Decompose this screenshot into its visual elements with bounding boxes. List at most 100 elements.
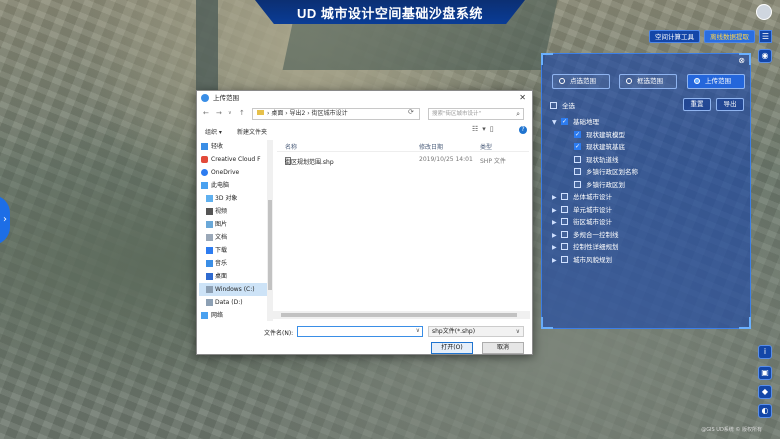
col-date[interactable]: 修改日期 [419,142,443,151]
tree-leaf[interactable]: 乡镇行政区划 [552,179,742,192]
pc-icon [201,182,208,189]
download-icon [206,247,213,254]
address-bar[interactable]: › 桌面 › 导出2 › 街区城市设计 [252,108,420,120]
tree-leaf[interactable]: 现状建筑模型 [552,129,742,141]
help-icon[interactable]: ? [519,126,527,134]
radio-box-select[interactable]: 框选范围 [619,74,677,89]
tree-node[interactable]: ▶ 控制性详细规划 [552,241,742,254]
chevron-right-icon[interactable]: ▶ [552,217,561,230]
nav-scrollbar[interactable] [267,140,273,321]
layer-tree: ▼基础地理 现状建筑模型 现状建筑基底 现状轨道线 乡镇行政区划名称 乡镇行政区… [552,116,742,266]
chevron-down-icon[interactable]: ▼ [552,117,561,130]
copyright-text: @GIS UD系统 © 版权所有 [701,427,762,433]
dialog-toolbar: 组织 ▾ 新建文件夹 ☷▾▯ ? [197,125,532,137]
chevron-down-icon[interactable]: ∨ [228,110,232,116]
dialog-titlebar: 上传范围 ✕ [197,91,532,105]
chevron-down-icon[interactable]: ∨ [416,327,420,334]
select-all-checkbox[interactable]: 全选 [550,100,575,110]
file-list-scrollbar[interactable] [273,311,530,319]
breadcrumb-export2[interactable]: 导出2 [290,110,306,117]
navigation-bar: ← → ∨ ↑ › 桌面 › 导出2 › 街区城市设计 ⟳ 搜索"街区城市设计"… [197,107,532,121]
network-icon [201,312,208,319]
chevron-right-icon[interactable]: ▶ [552,255,561,268]
nav-item[interactable]: 文档 [199,231,272,244]
music-icon [206,260,213,267]
compass-icon[interactable]: ◆ [758,385,772,399]
tree-node[interactable]: ▶ 总体城市设计 [552,191,742,204]
col-type[interactable]: 类型 [480,142,492,151]
search-input[interactable]: 搜索"街区城市设计" ⌕ [428,108,524,120]
refresh-icon[interactable]: ⟳ [408,108,414,116]
file-upload-dialog: 上传范围 ✕ ← → ∨ ↑ › 桌面 › 导出2 › 街区城市设计 ⟳ 搜索"… [196,90,533,355]
spatial-calc-tool-button[interactable]: 空间计算工具 [649,30,700,43]
back-arrow-icon[interactable]: ← [203,109,209,117]
file-row[interactable]: 街区规划范围.shp 2019/10/25 14:01 SHP 文件 [285,155,529,166]
tree-leaf[interactable]: 现状建筑基底 [552,141,742,154]
nav-item[interactable]: 此电脑 [199,179,272,192]
col-name[interactable]: 名称 [285,142,297,151]
screenshot-icon[interactable]: ▣ [758,366,772,380]
tree-node-basic-geo[interactable]: ▼基础地理 [552,116,742,129]
nav-item[interactable]: 网络 [199,309,272,321]
search-icon: ⌕ [516,110,520,118]
tree-node[interactable]: ▶ 单元城市设计 [552,204,742,217]
nav-item[interactable]: Creative Cloud F [199,153,272,166]
navigation-pane: 轻收 Creative Cloud F OneDrive 此电脑 3D 对象 视… [199,140,273,321]
forward-arrow-icon[interactable]: → [216,109,222,117]
nav-item-selected[interactable]: Windows (C:) [199,283,272,296]
export-button[interactable]: 导出 [716,98,744,111]
reset-button[interactable]: 重置 [683,98,711,111]
organize-menu[interactable]: 组织 ▾ [205,127,222,136]
cancel-button[interactable]: 取消 [482,342,524,354]
offline-data-extract-button[interactable]: 离线数据提取 [704,30,755,43]
view-options-icon[interactable]: ☷▾▯ [472,125,498,133]
radio-icon [626,78,632,84]
pin-icon [201,143,208,150]
breadcrumb-block-design[interactable]: 街区城市设计 [312,110,348,117]
up-arrow-icon[interactable]: ↑ [239,109,245,117]
tree-leaf[interactable]: 现状轨道线 [552,154,742,167]
tree-node[interactable]: ▶ 城市风貌规划 [552,254,742,267]
radio-icon [559,78,565,84]
tree-node[interactable]: ▶ 街区城市设计 [552,216,742,229]
nav-item[interactable]: Data (D:) [199,296,272,309]
app-title-banner: UD 城市设计空间基础沙盘系统 [255,0,525,24]
desktop-icon [206,273,213,280]
tree-leaf[interactable]: 乡镇行政区划名称 [552,166,742,179]
nav-item[interactable]: 图片 [199,218,272,231]
radio-point-select[interactable]: 点选范围 [552,74,610,89]
file-list: 名称 修改日期 类型 街区规划范围.shp 2019/10/25 14:01 S… [277,140,529,321]
nav-item[interactable]: 3D 对象 [199,192,272,205]
nav-item[interactable]: 轻收 [199,140,272,153]
nav-item[interactable]: 音乐 [199,257,272,270]
info-icon[interactable]: i [758,345,772,359]
nav-item[interactable]: OneDrive [199,166,272,179]
filetype-select[interactable]: shp文件(*.shp) ∨ [428,326,524,337]
app-icon [201,94,209,102]
breadcrumb-desktop[interactable]: 桌面 [271,110,283,117]
close-icon[interactable]: ⊗ [738,56,745,65]
column-header: 名称 修改日期 类型 [277,140,529,152]
filename-label: 文件名(N): [264,330,294,337]
document-icon [206,234,213,241]
app-title: UD 城市设计空间基础沙盘系统 [297,5,483,21]
open-button[interactable]: 打开(O) [431,342,473,354]
radio-upload-range[interactable]: 上传范围 [687,74,745,89]
close-icon[interactable]: ✕ [519,91,526,105]
user-avatar[interactable] [756,4,772,20]
new-folder-button[interactable]: 新建文件夹 [237,127,267,136]
radio-icon [694,78,700,84]
list-icon[interactable]: ☰ [759,30,772,43]
dialog-title: 上传范围 [213,94,239,102]
nav-item[interactable]: 桌面 [199,270,272,283]
camera-icon[interactable]: ◉ [758,49,772,63]
chevron-down-icon: ∨ [515,328,520,335]
chevron-right-icon[interactable]: ▶ [552,192,561,205]
filename-input[interactable]: ∨ [297,326,423,337]
nav-item[interactable]: 视频 [199,205,272,218]
chevron-right-icon[interactable]: ▶ [552,242,561,255]
eye-icon[interactable]: ◐ [758,404,772,418]
nav-item[interactable]: 下载 [199,244,272,257]
cloud-icon [201,156,208,163]
tree-node[interactable]: ▶ 多规合一控制线 [552,229,742,242]
